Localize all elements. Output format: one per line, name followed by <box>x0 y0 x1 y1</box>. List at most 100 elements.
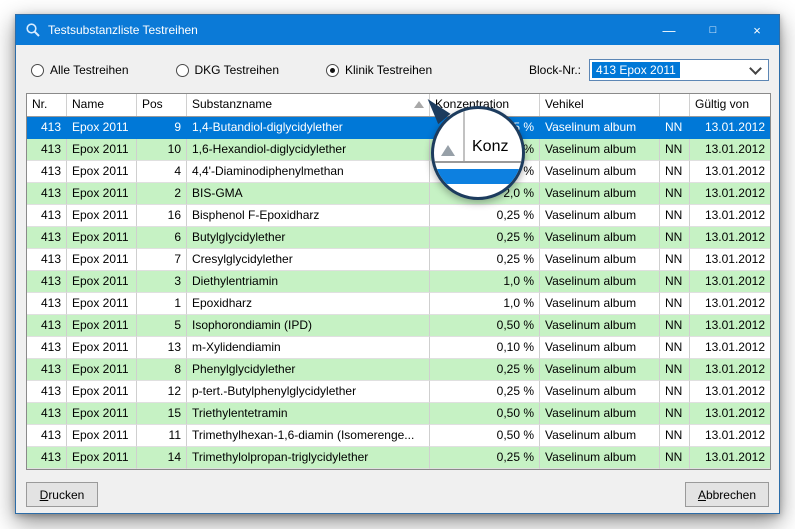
table-cell: 13.01.2012 <box>690 381 770 403</box>
column-header-gueltig-von[interactable]: Gültig von <box>690 94 770 116</box>
table-row[interactable]: 413Epox 201191,4-Butandiol-diglycidyleth… <box>27 117 770 139</box>
table-cell: 13.01.2012 <box>690 205 770 227</box>
window-title: Testsubstanzliste Testreihen <box>48 23 647 37</box>
table-cell: 3 <box>137 271 187 293</box>
radio-klinik-testreihen[interactable]: Klinik Testreihen <box>326 63 432 77</box>
table-cell: 413 <box>27 139 67 161</box>
table-row[interactable]: 413Epox 2011101,6-Hexandiol-diglycidylet… <box>27 139 770 161</box>
table-cell: Vaselinum album <box>540 337 660 359</box>
table-cell: Diethylentriamin <box>187 271 430 293</box>
column-header-nr[interactable]: Nr. <box>27 94 67 116</box>
table-cell: 10 <box>137 139 187 161</box>
table-cell: 15 <box>137 403 187 425</box>
table-cell: Epox 2011 <box>67 139 137 161</box>
table-cell: 1 <box>137 293 187 315</box>
table-cell: Epox 2011 <box>67 381 137 403</box>
maximize-button[interactable]: □ <box>691 15 735 45</box>
table-cell: Epox 2011 <box>67 359 137 381</box>
column-header-vehikel[interactable]: Vehikel <box>540 94 660 116</box>
dialog-window: Testsubstanzliste Testreihen — □ × Alle … <box>15 14 780 514</box>
table-cell: 12 <box>137 381 187 403</box>
table-cell: Epox 2011 <box>67 227 137 249</box>
table-row[interactable]: 413Epox 20111Epoxidharz1,0 %Vaselinum al… <box>27 293 770 315</box>
table-cell: 0,50 % <box>430 315 540 337</box>
magnified-header-border <box>434 161 522 163</box>
table-row[interactable]: 413Epox 201144,4'-Diaminodiphenylmethan0… <box>27 161 770 183</box>
table-cell: 0,25 % <box>430 381 540 403</box>
table-cell: Vaselinum album <box>540 183 660 205</box>
table-cell: NN <box>660 359 690 381</box>
table-cell: 413 <box>27 425 67 447</box>
table-cell: Vaselinum album <box>540 161 660 183</box>
table-cell: 0,25 % <box>430 447 540 469</box>
table-row[interactable]: 413Epox 201112p-tert.-Butylphenylglycidy… <box>27 381 770 403</box>
table-cell: Epox 2011 <box>67 425 137 447</box>
radio-icon <box>176 64 189 77</box>
table-row[interactable]: 413Epox 201115Triethylentetramin0,50 %Va… <box>27 403 770 425</box>
table-cell: NN <box>660 249 690 271</box>
table-cell: NN <box>660 447 690 469</box>
table-row[interactable]: 413Epox 201111Trimethylhexan-1,6-diamin … <box>27 425 770 447</box>
magnified-header-text: Konz <box>472 138 508 156</box>
table-cell: p-tert.-Butylphenylglycidylether <box>187 381 430 403</box>
column-header-name[interactable]: Name <box>67 94 137 116</box>
column-header-empty[interactable] <box>660 94 690 116</box>
table-cell: Vaselinum album <box>540 139 660 161</box>
magnified-column-divider <box>463 109 465 161</box>
table-cell: Vaselinum album <box>540 227 660 249</box>
table-cell: 0,25 % <box>430 205 540 227</box>
table-cell: Trimethylolpropan-triglycidylether <box>187 447 430 469</box>
chevron-down-icon[interactable] <box>749 62 762 75</box>
table-cell: 11 <box>137 425 187 447</box>
print-button[interactable]: Drucken <box>26 482 98 507</box>
table-cell: Epox 2011 <box>67 403 137 425</box>
table-row[interactable]: 413Epox 201114Trimethylolpropan-triglyci… <box>27 447 770 469</box>
table-cell: 413 <box>27 271 67 293</box>
table-cell: Epox 2011 <box>67 447 137 469</box>
table-cell: 1,6-Hexandiol-diglycidylether <box>187 139 430 161</box>
block-nr-group: Block-Nr.: 413 Epox 2011 <box>529 59 769 81</box>
table-cell: 5 <box>137 315 187 337</box>
table-cell: NN <box>660 227 690 249</box>
table-cell: BIS-GMA <box>187 183 430 205</box>
table-cell: Epox 2011 <box>67 205 137 227</box>
table-cell: Butylglycidylether <box>187 227 430 249</box>
table-cell: NN <box>660 271 690 293</box>
table-body: 413Epox 201191,4-Butandiol-diglycidyleth… <box>27 117 770 469</box>
table-cell: 13.01.2012 <box>690 447 770 469</box>
dialog-content: Alle Testreihen DKG Testreihen Klinik Te… <box>16 45 779 513</box>
table-cell: 6 <box>137 227 187 249</box>
footer-buttons: Drucken Abbrechen <box>26 482 769 507</box>
table-row[interactable]: 413Epox 20118Phenylglycidylether0,25 %Va… <box>27 359 770 381</box>
table-cell: Vaselinum album <box>540 205 660 227</box>
table-cell: 7 <box>137 249 187 271</box>
table-row[interactable]: 413Epox 20112BIS-GMA2,0 %Vaselinum album… <box>27 183 770 205</box>
table-cell: 413 <box>27 249 67 271</box>
titlebar: Testsubstanzliste Testreihen — □ × <box>16 15 779 45</box>
column-header-pos[interactable]: Pos <box>137 94 187 116</box>
table-row[interactable]: 413Epox 20116Butylglycidylether0,25 %Vas… <box>27 227 770 249</box>
table-cell: 1,0 % <box>430 271 540 293</box>
table-cell: NN <box>660 293 690 315</box>
table-cell: NN <box>660 315 690 337</box>
table-cell: Epox 2011 <box>67 249 137 271</box>
table-cell: 4 <box>137 161 187 183</box>
close-button[interactable]: × <box>735 15 779 45</box>
table-cell: NN <box>660 425 690 447</box>
table-cell: 2 <box>137 183 187 205</box>
cancel-button[interactable]: Abbrechen <box>685 482 769 507</box>
column-header-substanzname[interactable]: Substanzname <box>187 94 430 116</box>
radio-dkg-testreihen[interactable]: DKG Testreihen <box>176 63 280 77</box>
table-cell: Epox 2011 <box>67 315 137 337</box>
table-row[interactable]: 413Epox 20115Isophorondiamin (IPD)0,50 %… <box>27 315 770 337</box>
table-row[interactable]: 413Epox 20117Cresylglycidylether0,25 %Va… <box>27 249 770 271</box>
table-cell: Vaselinum album <box>540 403 660 425</box>
table-row[interactable]: 413Epox 201113m-Xylidendiamin0,10 %Vasel… <box>27 337 770 359</box>
radio-alle-testreihen[interactable]: Alle Testreihen <box>31 63 129 77</box>
minimize-button[interactable]: — <box>647 15 691 45</box>
magnifier-loupe: Konz <box>431 106 525 200</box>
block-nr-combobox[interactable]: 413 Epox 2011 <box>589 59 769 81</box>
table-row[interactable]: 413Epox 20113Diethylentriamin1,0 %Vaseli… <box>27 271 770 293</box>
table-cell: Bisphenol F-Epoxidharz <box>187 205 430 227</box>
table-row[interactable]: 413Epox 201116Bisphenol F-Epoxidharz0,25… <box>27 205 770 227</box>
